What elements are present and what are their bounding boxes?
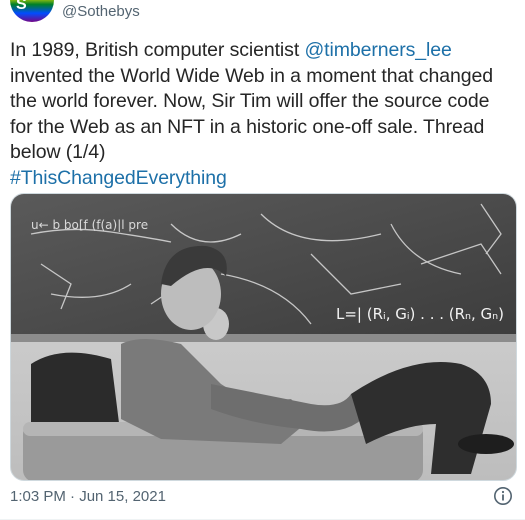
tweet-text-segment: invented the World Wide Web in a moment … (10, 64, 493, 87)
photo-scene: u← b bo[f (f(a)|l pre L=| (Rᵢ, Gᵢ) . . .… (11, 194, 516, 480)
author-handle[interactable]: @Sothebys (62, 3, 140, 20)
tweet-text-line: below (1/4) (10, 140, 518, 166)
tweet-text-line: In 1989, British computer scientist @tim… (10, 38, 518, 64)
hashtag-link[interactable]: #ThisChangedEverything (10, 167, 227, 189)
tweet-text-segment: for the Web as an NFT in a historic one-… (10, 115, 485, 138)
tweet-text: In 1989, British computer scientist @tim… (10, 38, 518, 191)
tweet-timestamp[interactable]: 1:03 PM · Jun 15, 2021 (10, 488, 166, 505)
tweet-text-segment: the world forever. Now, Sir Tim will off… (10, 90, 490, 112)
tweet-text-segment: In 1989, British computer scientist (10, 39, 305, 61)
chalk-text-top-left: u← b bo[f (f(a)|l pre (31, 218, 148, 232)
tweet-text-segment: below (1/4) (10, 141, 106, 163)
chalk-formula: L=| (Rᵢ, Gᵢ) . . . (Rₙ, Gₙ) (336, 305, 504, 323)
tweet-text-line: for the Web as an NFT in a historic one-… (10, 115, 518, 141)
tweet-text-line: #ThisChangedEverything (10, 166, 518, 192)
tweet-text-line: invented the World Wide Web in a moment … (10, 64, 518, 90)
tweet-text-line: the world forever. Now, Sir Tim will off… (10, 89, 518, 115)
tweet-photo[interactable]: u← b bo[f (f(a)|l pre L=| (Rᵢ, Gᵢ) . . .… (10, 193, 517, 481)
author-avatar[interactable]: S (10, 0, 54, 22)
info-icon[interactable] (493, 486, 513, 506)
tweet-card: S @Sothebys In 1989, British computer sc… (0, 0, 525, 520)
avatar-logo-mark: S (16, 0, 27, 13)
mention-link[interactable]: @timberners_lee (304, 39, 451, 61)
